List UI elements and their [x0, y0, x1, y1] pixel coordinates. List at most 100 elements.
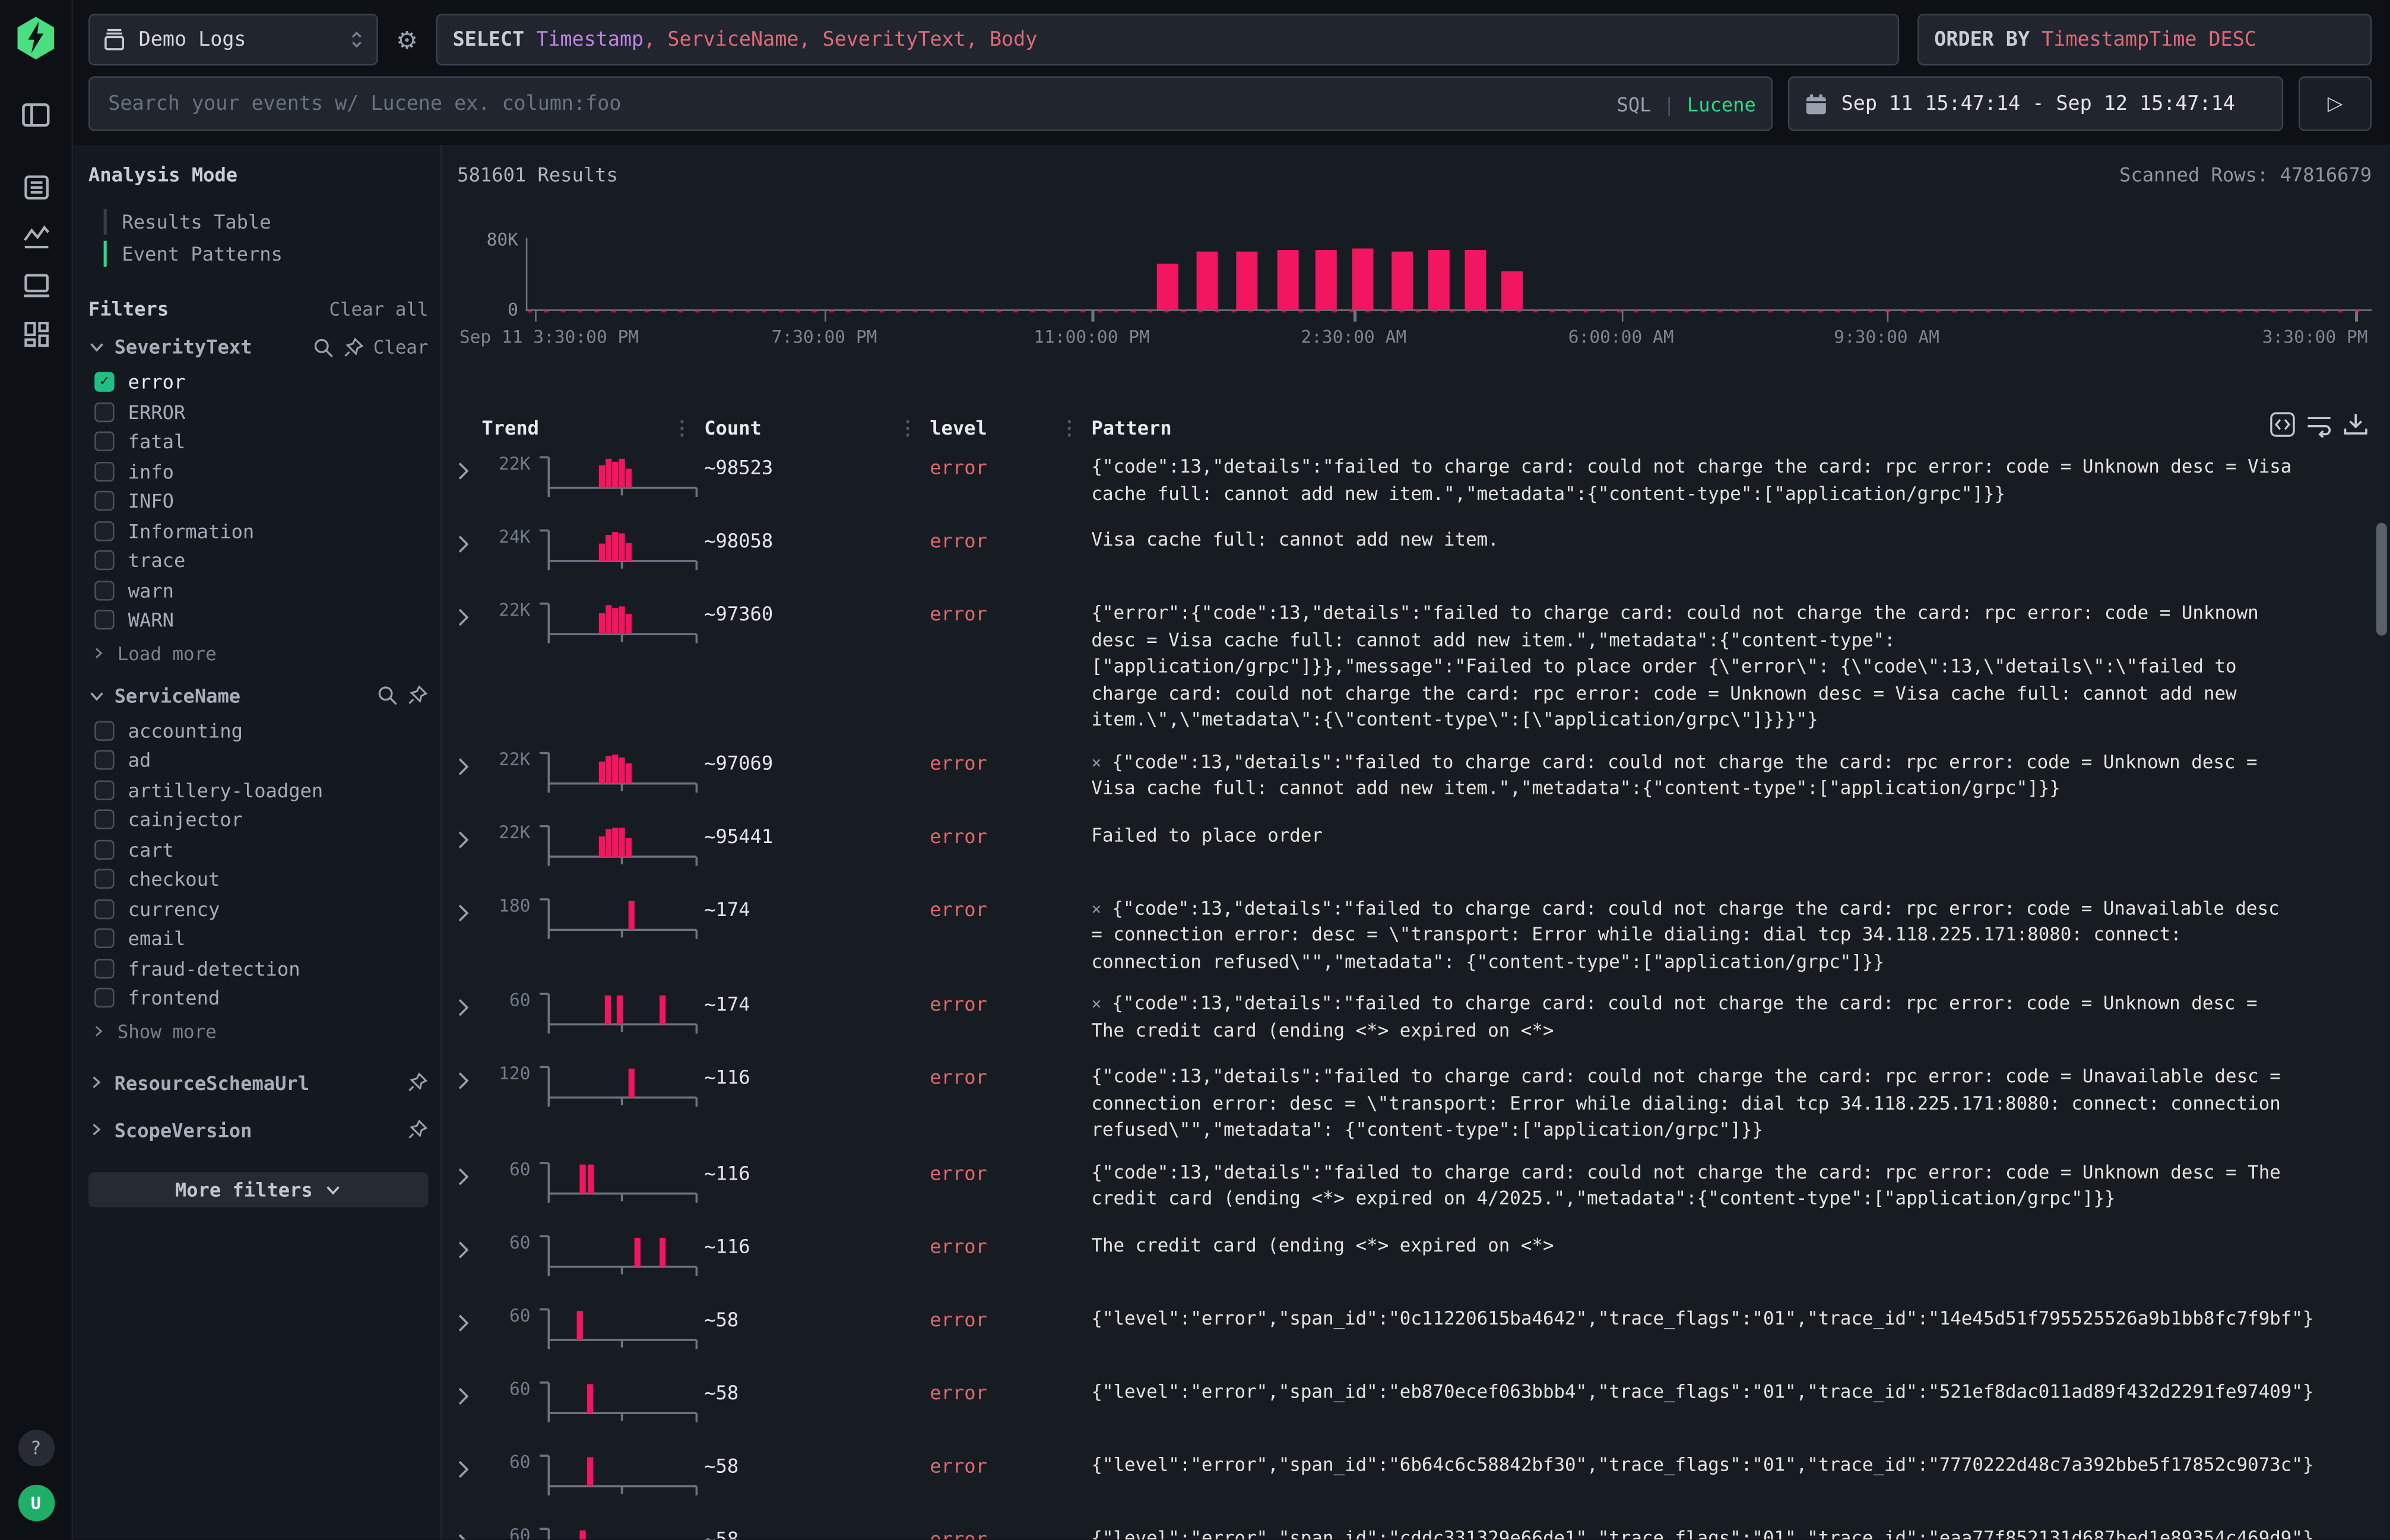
table-row[interactable]: 22K ~97069 error ×{"code":13,"details":"… — [457, 737, 2390, 810]
filter-group-name[interactable]: SeverityText — [115, 335, 252, 359]
filter-option[interactable]: ✓ error — [88, 367, 429, 397]
table-row[interactable]: 60 ~116 error {"code":13,"details":"fail… — [457, 1147, 2390, 1220]
search-icon[interactable] — [376, 685, 398, 706]
checkbox[interactable] — [94, 929, 114, 948]
table-row[interactable]: 60 ~58 error {"level":"error","span_id":… — [457, 1513, 2390, 1539]
expand-row-icon[interactable] — [457, 594, 481, 734]
expand-row-icon[interactable] — [457, 889, 481, 975]
checkbox[interactable] — [94, 810, 114, 829]
filter-option[interactable]: info — [88, 457, 429, 486]
table-row[interactable]: 60 ~58 error {"level":"error","span_id":… — [457, 1294, 2390, 1367]
filter-option[interactable]: accounting — [88, 715, 429, 745]
table-row[interactable]: 60 ~58 error {"level":"error","span_id":… — [457, 1367, 2390, 1440]
expand-row-icon[interactable] — [457, 1153, 481, 1217]
checkbox[interactable] — [94, 988, 114, 1007]
filter-group-resourceschemaurl[interactable]: ResourceSchemaUrl — [88, 1059, 429, 1106]
analysis-mode-event-patterns[interactable]: Event Patterns — [91, 238, 428, 270]
time-range-picker[interactable]: Sep 11 15:47:14 - Sep 12 15:47:14 — [1788, 76, 2283, 131]
query-orderby-input[interactable]: ORDER BY TimestampTime DESC — [1917, 14, 2372, 65]
checkbox[interactable] — [94, 721, 114, 740]
table-row[interactable]: 60 ~116 error The credit card (ending <*… — [457, 1220, 2390, 1293]
chart-explorer-icon[interactable] — [19, 220, 52, 253]
checkbox[interactable] — [94, 610, 114, 630]
checkbox[interactable] — [94, 839, 114, 859]
checkbox[interactable]: ✓ — [94, 372, 114, 392]
table-row[interactable]: 22K ~98523 error {"code":13,"details":"f… — [457, 442, 2390, 515]
filter-option[interactable]: ad — [88, 746, 429, 775]
expand-row-icon[interactable] — [457, 985, 481, 1049]
checkbox[interactable] — [94, 899, 114, 918]
wrap-text-icon[interactable] — [2306, 411, 2332, 438]
clear-group-link[interactable]: Clear — [373, 336, 429, 357]
checkbox[interactable] — [94, 958, 114, 978]
pin-icon[interactable] — [407, 1072, 429, 1093]
sidebar-toggle-icon[interactable] — [19, 97, 52, 131]
filter-option[interactable]: frontend — [88, 983, 429, 1013]
user-avatar[interactable]: U — [18, 1485, 55, 1522]
checkbox[interactable] — [94, 869, 114, 889]
filter-option[interactable]: WARN — [88, 605, 429, 635]
query-select-input[interactable]: SELECT Timestamp, ServiceName, SeverityT… — [436, 14, 1899, 65]
filter-option[interactable]: cainjector — [88, 805, 429, 835]
search-icon[interactable] — [312, 336, 334, 357]
col-header-level[interactable]: level⋮ — [930, 416, 1076, 439]
chevron-down-icon[interactable] — [88, 338, 105, 355]
checkbox[interactable] — [94, 750, 114, 770]
dismiss-x-icon[interactable]: × — [1091, 994, 1101, 1013]
filter-option[interactable]: ERROR — [88, 397, 429, 427]
filter-group-scopeversion[interactable]: ScopeVersion — [88, 1106, 429, 1154]
show-more-link[interactable]: Show more — [88, 1013, 429, 1050]
table-row[interactable]: 120 ~116 error {"code":13,"details":"fai… — [457, 1052, 2390, 1147]
help-icon[interactable]: ? — [18, 1430, 55, 1466]
filter-option[interactable]: fatal — [88, 427, 429, 457]
expand-row-icon[interactable] — [457, 448, 481, 512]
expand-row-icon[interactable] — [457, 1373, 481, 1437]
load-more-link[interactable]: Load more — [88, 635, 429, 671]
filter-option[interactable]: artillery-loadgen — [88, 775, 429, 805]
expand-row-icon[interactable] — [457, 1227, 481, 1291]
filter-group-name[interactable]: ServiceName — [115, 684, 241, 707]
expand-row-icon[interactable] — [457, 521, 481, 585]
filter-option[interactable]: warn — [88, 575, 429, 605]
scrollbar-thumb[interactable] — [2376, 523, 2387, 636]
expand-row-icon[interactable] — [457, 816, 481, 880]
download-icon[interactable] — [2343, 411, 2369, 438]
clear-all-filters-link[interactable]: Clear all — [329, 298, 429, 319]
filter-option[interactable]: INFO — [88, 486, 429, 516]
checkbox[interactable] — [94, 551, 114, 571]
search-input[interactable] — [105, 91, 1605, 117]
expand-row-icon[interactable] — [457, 1058, 481, 1144]
table-row[interactable]: 22K ~97360 error {"error":{"code":13,"de… — [457, 588, 2390, 737]
source-select[interactable]: Demo Logs — [88, 14, 378, 65]
table-row[interactable]: 60 ~58 error {"level":"error","span_id":… — [457, 1440, 2390, 1513]
chevron-down-icon[interactable] — [88, 687, 105, 704]
dashboards-icon[interactable] — [19, 317, 52, 350]
filter-option[interactable]: Information — [88, 516, 429, 546]
source-settings-gear-icon[interactable]: ⚙ — [393, 14, 420, 65]
run-query-button[interactable]: ▷ — [2299, 76, 2372, 131]
histogram-plot[interactable]: Sep 11 3:30:00 PM7:30:00 PM11:00:00 PM2:… — [526, 238, 2372, 311]
filter-option[interactable]: currency — [88, 894, 429, 924]
expand-row-icon[interactable] — [457, 1519, 481, 1540]
filter-option[interactable]: fraud-detection — [88, 953, 429, 983]
checkbox[interactable] — [94, 491, 114, 511]
expand-row-icon[interactable] — [457, 1300, 481, 1364]
hyperdx-logo-icon[interactable] — [14, 15, 58, 61]
table-row[interactable]: 60 ~174 error ×{"code":13,"details":"fai… — [457, 978, 2390, 1051]
analysis-mode-results-table[interactable]: Results Table — [91, 206, 428, 238]
pin-icon[interactable] — [407, 685, 429, 706]
view-source-code-icon[interactable] — [2269, 411, 2296, 438]
dismiss-x-icon[interactable]: × — [1091, 752, 1101, 772]
table-row[interactable]: 24K ~98058 error Visa cache full: cannot… — [457, 515, 2390, 588]
filter-option[interactable]: trace — [88, 546, 429, 575]
dismiss-x-icon[interactable]: × — [1091, 899, 1101, 918]
checkbox[interactable] — [94, 780, 114, 800]
checkbox[interactable] — [94, 402, 114, 422]
filter-option[interactable]: email — [88, 924, 429, 953]
checkbox[interactable] — [94, 581, 114, 600]
col-header-trend[interactable]: Trend⋮ — [481, 416, 704, 439]
pin-icon[interactable] — [343, 336, 364, 357]
filter-option[interactable]: cart — [88, 835, 429, 864]
checkbox[interactable] — [94, 461, 114, 481]
checkbox[interactable] — [94, 521, 114, 540]
